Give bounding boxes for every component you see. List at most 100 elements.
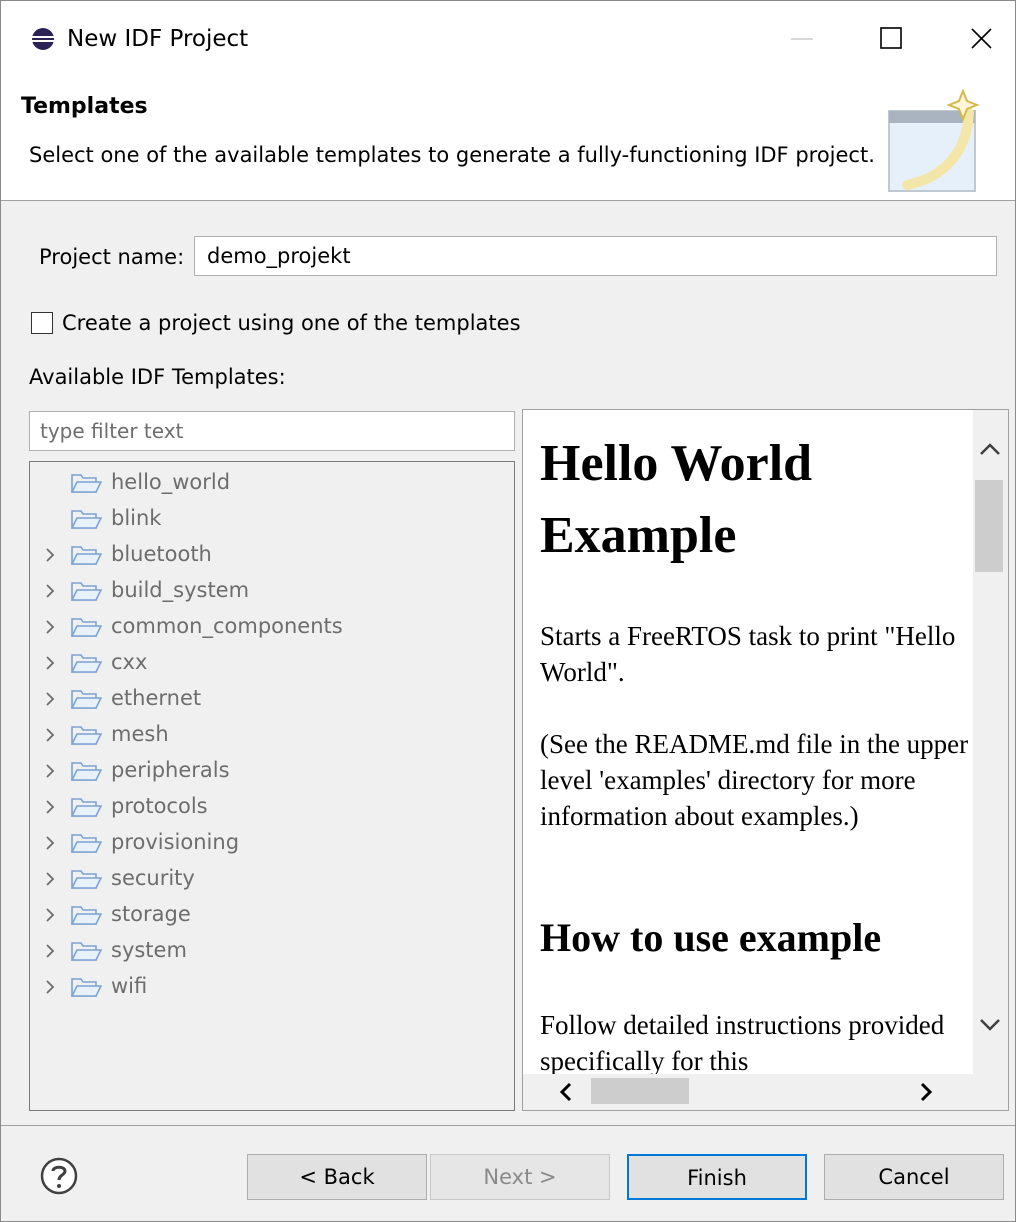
page-title: Templates bbox=[21, 94, 148, 119]
folder-icon bbox=[70, 870, 102, 889]
preview-paragraph: Follow detailed instructions provided sp… bbox=[540, 1010, 945, 1074]
chevron-right-icon[interactable] bbox=[42, 799, 58, 815]
chevron-right-icon[interactable] bbox=[42, 979, 58, 995]
tree-item-label: common_components bbox=[111, 614, 343, 638]
tree-item[interactable]: provisioning bbox=[30, 825, 514, 861]
minimize-icon bbox=[791, 38, 813, 40]
scroll-down-icon[interactable] bbox=[977, 1016, 1003, 1034]
wizard-banner-icon bbox=[888, 89, 980, 192]
close-button[interactable] bbox=[936, 1, 1015, 75]
finish-button[interactable]: Finish bbox=[627, 1154, 807, 1200]
tree-item[interactable]: ethernet bbox=[30, 681, 514, 717]
preview-paragraph: (See the README.md file in the upper lev… bbox=[540, 729, 969, 831]
preview-heading: Hello World Example bbox=[540, 435, 813, 564]
tree-item[interactable]: common_components bbox=[30, 609, 514, 645]
chevron-right-icon[interactable] bbox=[42, 547, 58, 563]
tree-item[interactable]: system bbox=[30, 933, 514, 969]
folder-icon bbox=[70, 798, 102, 817]
tree-item[interactable]: protocols bbox=[30, 789, 514, 825]
scroll-left-icon[interactable] bbox=[557, 1082, 575, 1102]
tree-item-label: bluetooth bbox=[111, 542, 212, 566]
cancel-button[interactable]: Cancel bbox=[824, 1154, 1004, 1200]
folder-icon bbox=[70, 978, 102, 997]
tree-item-label: blink bbox=[111, 506, 162, 530]
tree-item-label: provisioning bbox=[111, 830, 240, 854]
tree-item[interactable]: peripherals bbox=[30, 753, 514, 789]
scroll-right-icon[interactable] bbox=[917, 1082, 935, 1102]
template-checkbox[interactable] bbox=[31, 312, 53, 334]
title-bar: New IDF Project bbox=[1, 1, 1015, 75]
chevron-right-icon[interactable] bbox=[42, 655, 58, 671]
folder-icon bbox=[70, 474, 102, 493]
close-icon bbox=[971, 28, 992, 49]
tree-item-label: cxx bbox=[111, 650, 148, 674]
tree-item-label: hello_world bbox=[111, 470, 231, 494]
tree-item[interactable]: wifi bbox=[30, 969, 514, 1005]
page-description: Select one of the available templates to… bbox=[29, 143, 875, 167]
chevron-right-icon[interactable] bbox=[42, 871, 58, 887]
chevron-right-icon[interactable] bbox=[42, 619, 58, 635]
chevron-right-icon[interactable] bbox=[42, 835, 58, 851]
folder-icon bbox=[70, 546, 102, 565]
eclipse-icon bbox=[32, 28, 54, 50]
tree-item-label: mesh bbox=[111, 722, 169, 746]
tree-item[interactable]: storage bbox=[30, 897, 514, 933]
templates-tree[interactable]: hello_worldblink bluetooth build_systemcom… bbox=[29, 461, 515, 1111]
chevron-right-icon[interactable] bbox=[42, 727, 58, 743]
project-name-input[interactable] bbox=[194, 236, 997, 276]
folder-icon bbox=[70, 906, 102, 925]
tree-item-label: protocols bbox=[111, 794, 208, 818]
tree-item[interactable]: hello_world bbox=[30, 465, 514, 501]
tree-item-label: peripherals bbox=[111, 758, 230, 782]
chevron-right-icon[interactable] bbox=[42, 763, 58, 779]
maximize-button[interactable] bbox=[846, 1, 938, 75]
tree-item[interactable]: security bbox=[30, 861, 514, 897]
filter-input[interactable] bbox=[29, 411, 515, 451]
wizard-banner: Templates Select one of the available te… bbox=[1, 75, 1015, 201]
scroll-up-icon[interactable] bbox=[977, 440, 1003, 458]
tree-item-label: system bbox=[111, 938, 187, 962]
tree-item[interactable]: cxx bbox=[30, 645, 514, 681]
available-templates-label: Available IDF Templates: bbox=[29, 365, 286, 389]
chevron-right-icon[interactable] bbox=[42, 583, 58, 599]
folder-icon bbox=[70, 582, 102, 601]
folder-icon bbox=[70, 618, 102, 637]
minimize-button[interactable] bbox=[757, 1, 849, 75]
chevron-right-icon[interactable] bbox=[42, 943, 58, 959]
chevron-right-icon[interactable] bbox=[42, 691, 58, 707]
project-name-label: Project name: bbox=[39, 245, 185, 269]
horizontal-scrollbar[interactable] bbox=[523, 1074, 1008, 1110]
folder-icon bbox=[70, 762, 102, 781]
tree-item[interactable]: build_system bbox=[30, 573, 514, 609]
horizontal-scroll-thumb[interactable] bbox=[591, 1078, 689, 1104]
tree-item[interactable]: bluetooth bbox=[30, 537, 514, 573]
folder-icon bbox=[70, 510, 102, 529]
help-icon[interactable] bbox=[39, 1156, 79, 1196]
window-title: New IDF Project bbox=[67, 26, 249, 52]
tree-item-label: wifi bbox=[111, 974, 148, 998]
vertical-scrollbar[interactable] bbox=[973, 410, 1008, 1074]
footer-separator bbox=[1, 1125, 1015, 1126]
tree-item-label: storage bbox=[111, 902, 191, 926]
chevron-right-icon[interactable] bbox=[42, 907, 58, 923]
tree-item-label: security bbox=[111, 866, 195, 890]
preview-subheading: How to use example bbox=[540, 915, 882, 960]
next-button[interactable]: Next > bbox=[430, 1154, 610, 1200]
back-button[interactable]: < Back bbox=[247, 1154, 427, 1200]
template-preview: Hello World Example Starts a FreeRTOS ta… bbox=[522, 409, 1009, 1111]
folder-icon bbox=[70, 726, 102, 745]
template-checkbox-label[interactable]: Create a project using one of the templa… bbox=[62, 309, 521, 337]
folder-icon bbox=[70, 654, 102, 673]
tree-item[interactable]: blink bbox=[30, 501, 514, 537]
tree-item[interactable]: mesh bbox=[30, 717, 514, 753]
tree-item-label: build_system bbox=[111, 578, 250, 602]
maximize-icon bbox=[880, 27, 902, 49]
tree-item-label: ethernet bbox=[111, 686, 202, 710]
preview-paragraph: Starts a FreeRTOS task to print "Hello W… bbox=[540, 621, 956, 687]
preview-content: Hello World Example Starts a FreeRTOS ta… bbox=[523, 410, 973, 1074]
folder-icon bbox=[70, 942, 102, 961]
folder-icon bbox=[70, 834, 102, 853]
vertical-scroll-thumb[interactable] bbox=[975, 480, 1003, 572]
new-idf-project-dialog: New IDF Project Templates Select one of … bbox=[0, 0, 1016, 1222]
folder-icon bbox=[70, 690, 102, 709]
